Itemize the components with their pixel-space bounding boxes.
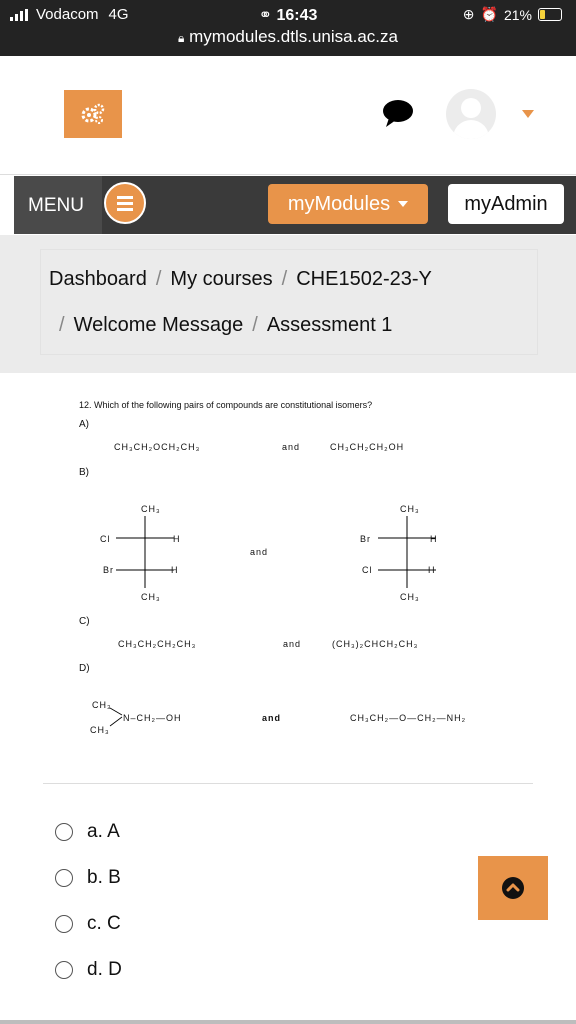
site-header [0,56,576,175]
battery-percent: 21% [503,6,532,23]
option-label-d: D) [79,663,90,674]
question-image: 12. Which of the following pairs of comp… [0,380,576,790]
radio-b[interactable] [55,869,73,887]
answer-label-a: a. A [87,821,120,842]
d-ch3-bottom: CH₃ [90,725,110,735]
url-bar[interactable]: 🔒︎ mymodules.dtls.unisa.ac.za [0,27,576,47]
radio-c[interactable] [55,915,73,933]
breadcrumb-assessment[interactable]: Assessment 1 [267,314,393,336]
bottom-edge [0,1020,576,1024]
option-label-a: A) [79,419,89,430]
option-label-b: B) [79,467,89,478]
fischer-projection-right [378,516,436,588]
compound-c-left: CH₃CH₂CH₂CH₃ [118,639,197,649]
time-text: 16:43 [276,7,318,24]
answer-option-a[interactable]: a. A [55,821,120,843]
d-branch-lines [109,707,123,727]
main-navbar: MENU myModules myAdmin [14,176,576,234]
right-br: Br [360,534,371,544]
user-avatar[interactable] [446,89,496,139]
answer-label-b: b. B [87,867,121,888]
and-text-a: and [282,442,301,452]
left-top-ch3: CH₃ [141,504,161,514]
answer-option-b[interactable]: b. B [55,867,121,889]
compound-d-right: CH₃CH₂—O—CH₂—NH₂ [350,713,467,723]
compound-d-left: N–CH₂—OH [123,713,182,723]
orientation-lock-icon: ⊕ [462,6,475,22]
battery-icon [538,8,562,21]
mymodules-label: myModules [287,192,391,215]
fischer-projection-left [116,516,174,588]
and-text-d: and [262,713,282,723]
answer-option-d[interactable]: d. D [55,959,122,981]
answer-label-d: d. D [87,959,122,980]
left-br: Br [103,565,114,575]
and-text-c: and [283,639,302,649]
mymodules-dropdown-button[interactable]: myModules [268,184,428,224]
compound-c-right: (CH₃)₂CHCH₂CH₃ [332,639,419,649]
right-bottom-ch3: CH₃ [400,592,420,602]
alarm-icon: ⏰ [480,6,498,22]
radio-d[interactable] [55,961,73,979]
answer-option-c[interactable]: c. C [55,913,121,935]
answer-label-c: c. C [87,913,121,934]
compound-a-right: CH₃CH₂CH₂OH [330,442,405,452]
breadcrumb-welcome-message[interactable]: Welcome Message [74,314,244,336]
radio-a[interactable] [55,823,73,841]
gears-icon [81,103,105,124]
right-top-ch3: CH₃ [400,504,420,514]
left-bottom-ch3: CH₃ [141,592,161,602]
right-cl: Cl [362,565,373,575]
lock-icon: 🔒︎ [178,31,185,45]
question-text: 12. Which of the following pairs of comp… [79,400,373,410]
breadcrumb: Dashboard / My courses / CHE1502-23-Y / Welco… [40,249,538,355]
url-text: mymodules.dtls.unisa.ac.za [189,27,398,46]
compound-a-left: CH₃CH₂OCH₂CH₃ [114,442,201,452]
status-bar: Vodacom 4G ⚭ 16:43 ⊕ ⏰ 21% 🔒︎ mymodules.… [0,0,576,56]
left-h2: H [171,565,179,575]
divider [43,783,533,784]
chevron-up-icon [502,877,524,899]
menu-label[interactable]: MENU [28,195,84,217]
right-h2: H [428,565,436,575]
option-label-c: C) [79,616,90,627]
myadmin-button[interactable]: myAdmin [448,184,564,224]
site-logo-button[interactable] [64,90,122,138]
status-icons: ⊕ ⏰ 21% [463,6,562,23]
myadmin-label: myAdmin [464,192,548,215]
right-h1: H [430,534,438,544]
hamburger-menu-button[interactable] [104,182,146,224]
and-text-b: and [250,547,269,557]
user-menu-caret-icon[interactable] [522,110,534,118]
breadcrumb-course[interactable]: CHE1502-23-Y [296,268,432,290]
breadcrumb-area: Dashboard / My courses / CHE1502-23-Y / Welco… [0,235,576,373]
link-icon: ⚭ [258,7,277,24]
scroll-to-top-button[interactable] [478,856,548,920]
breadcrumb-my-courses[interactable]: My courses [170,268,272,290]
chat-icon[interactable] [382,98,414,128]
chevron-down-icon [398,201,409,207]
left-cl: Cl [100,534,111,544]
breadcrumb-dashboard[interactable]: Dashboard [49,268,147,290]
left-h1: H [173,534,181,544]
